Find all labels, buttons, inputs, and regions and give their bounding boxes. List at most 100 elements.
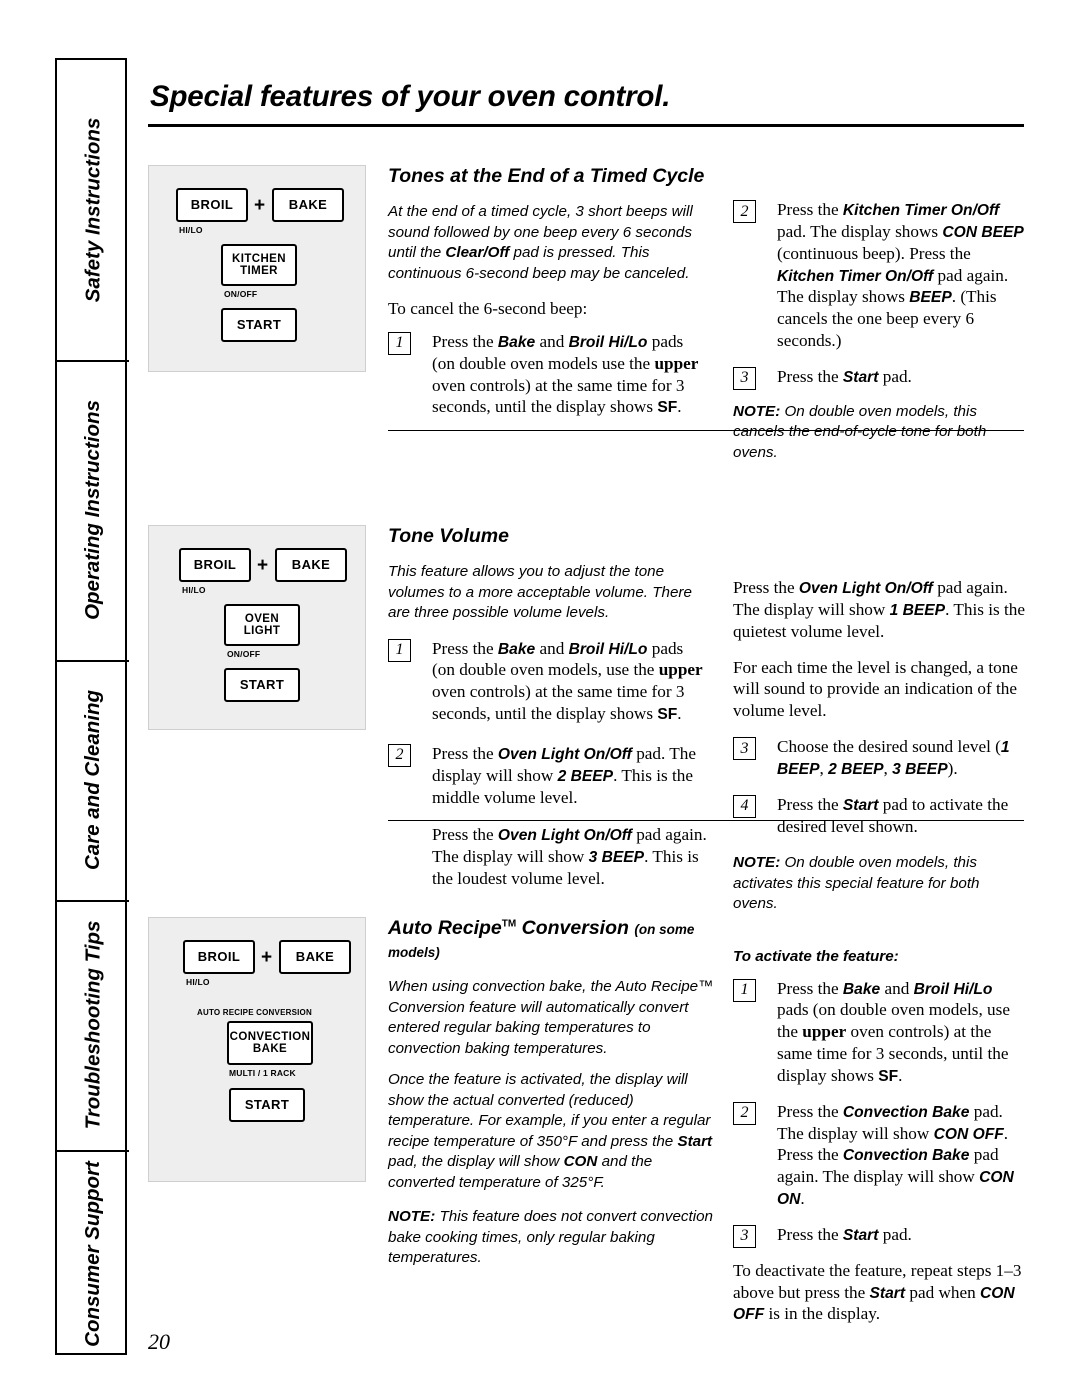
kitchen-label: KITCHEN	[232, 252, 286, 265]
section2-intro: This feature allows you to adjust the to…	[388, 563, 692, 622]
step-text: Press the Start pad.	[777, 366, 912, 386]
tone-volume-right-column: Press the Oven Light On/Off pad again. T…	[733, 525, 1025, 926]
sidebar-item-troubleshooting-tips[interactable]: Troubleshooting Tips	[57, 900, 129, 1150]
page-title: Special features of your oven control.	[150, 80, 671, 113]
timer-label: TIMER	[240, 265, 278, 277]
broil-key-label: BROIL	[197, 949, 241, 965]
timed-cycle-right-column: 2 Press the Kitchen Timer On/Off pad. Th…	[733, 199, 1025, 474]
start-key[interactable]: START	[221, 308, 297, 342]
step-text: Press the Kitchen Timer On/Off pad. The …	[777, 200, 1024, 351]
sidebar-item-label: Troubleshooting Tips	[81, 920, 105, 1130]
section2-step-2: 2 Press the Oven Light On/Off pad. The d…	[388, 743, 708, 809]
section1-step-1: 1 Press the Bake and Broil Hi/Lo pads (o…	[388, 331, 708, 418]
section3-step-1: 1 Press the Bake and Broil Hi/Lo pads (o…	[733, 978, 1025, 1087]
section3-step-3: 3 Press the Start pad.	[733, 1224, 1025, 1248]
section3-p2: Once the feature is activated, the displ…	[388, 1071, 713, 1191]
tone-volume-middle-column: Tone Volume This feature allows you to a…	[388, 525, 708, 901]
keypad-illustration-auto-recipe: BROIL HI/LO + BAKE AUTO RECIPE CONVERSIO…	[148, 917, 366, 1182]
plus-symbol: +	[261, 947, 273, 968]
sidebar-item-label: Consumer Support	[81, 1160, 104, 1347]
section1-divider	[388, 430, 1024, 431]
section2-note: NOTE: On double oven models, this activa…	[733, 854, 980, 913]
section3-p1: When using convection bake, the Auto Rec…	[388, 978, 714, 1057]
section3-title: Auto RecipeTM Conversion (on some models…	[388, 917, 718, 963]
broil-key-label: BROIL	[193, 557, 237, 573]
page-number: 20	[148, 1329, 170, 1354]
sidebar-item-safety-instructions[interactable]: Safety Instructions	[57, 60, 129, 360]
step-text: Press the Start pad.	[777, 1224, 912, 1244]
bake-key[interactable]: BAKE	[275, 548, 347, 582]
step-number: 2	[388, 743, 411, 767]
step-text: Press the Oven Light On/Off pad. The dis…	[432, 743, 697, 807]
plus-symbol: +	[254, 195, 266, 216]
sidebar-item-label: Safety Instructions	[81, 117, 105, 303]
sidebar-item-label: Care and Cleaning	[81, 690, 104, 870]
bake-key[interactable]: BAKE	[279, 940, 351, 974]
section1-title: Tones at the End of a Timed Cycle	[388, 165, 705, 187]
broil-hi-lo-key[interactable]: BROIL	[183, 940, 255, 974]
section1-step-3: 3 Press the Start pad.	[733, 366, 1025, 390]
bake-key-label: BAKE	[291, 557, 331, 573]
section2-divider	[388, 820, 1024, 821]
timed-cycle-middle-column: Tones at the End of a Timed Cycle At the…	[388, 165, 708, 429]
bake-key[interactable]: BAKE	[272, 188, 344, 222]
broil-hi-lo-key[interactable]: BROIL	[179, 548, 251, 582]
section2-title: Tone Volume	[388, 525, 509, 547]
section2-loudest: Press the Oven Light On/Off pad again. T…	[432, 825, 707, 889]
broil-hi-lo-key[interactable]: BROIL	[176, 188, 248, 222]
multi-one-rack-sublabel: MULTI / 1 RACK	[229, 1068, 296, 1078]
step-number: 2	[733, 200, 756, 223]
section1-step-2: 2 Press the Kitchen Timer On/Off pad. Th…	[733, 199, 1025, 352]
step-number: 3	[733, 366, 756, 390]
step-text: Press the Convection Bake pad. The displ…	[777, 1101, 1014, 1209]
section3-title-main: Auto Recipe	[388, 917, 502, 939]
step-number: 1	[388, 638, 411, 662]
section3-deactivate: To deactivate the feature, repeat steps …	[733, 1260, 1022, 1324]
convection-bake-key[interactable]: CONVECTION BAKE	[227, 1021, 313, 1065]
section2-step-1: 1 Press the Bake and Broil Hi/Lo pads (o…	[388, 638, 708, 725]
section2-step-4: 4 Press the Start pad to activate the de…	[733, 794, 1025, 838]
oven-label: OVEN	[244, 612, 280, 625]
page-content: Special features of your oven control. B…	[148, 58, 1025, 1355]
kitchen-timer-key[interactable]: KITCHEN TIMER	[221, 244, 297, 286]
step-text: Press the Start pad to activate the desi…	[777, 794, 1009, 836]
section3-step-2: 2 Press the Convection Bake pad. The dis…	[733, 1101, 1025, 1210]
broil-hi-lo-sublabel: HI/LO	[186, 977, 210, 987]
start-label: START	[244, 1097, 290, 1113]
section3-title-rest: Conversion	[516, 917, 629, 939]
step-text: Press the Bake and Broil Hi/Lo pads (on …	[432, 331, 699, 417]
sidebar-item-care-and-cleaning[interactable]: Care and Cleaning	[57, 660, 129, 900]
broil-key-label: BROIL	[190, 197, 234, 213]
sidebar-item-consumer-support[interactable]: Consumer Support	[57, 1150, 129, 1357]
step-text: Choose the desired sound level (1 BEEP, …	[777, 737, 1010, 778]
kitchen-timer-onoff-sublabel: ON/OFF	[224, 289, 258, 299]
section2-eachtime: For each time the level is changed, a to…	[733, 657, 1018, 721]
start-label: START	[236, 317, 282, 333]
start-key[interactable]: START	[224, 668, 300, 702]
plus-symbol: +	[257, 555, 269, 576]
start-label: START	[239, 677, 285, 693]
keypad-illustration-tone-volume: BROIL HI/LO + BAKE OVEN LIGHT ON/OFF STA…	[148, 525, 366, 730]
trademark-symbol: TM	[501, 918, 517, 930]
sidebar-item-operating-instructions[interactable]: Operating Instructions	[57, 360, 129, 660]
step-number: 4	[733, 794, 756, 818]
section1-cancel-line: To cancel the 6-second beep:	[388, 299, 588, 319]
sidebar-item-label: Operating Instructions	[81, 400, 105, 620]
auto-recipe-right-column: To activate the feature: 1 Press the Bak…	[733, 947, 1025, 1336]
bake-key-label: BAKE	[295, 949, 335, 965]
step-text: Press the Bake and Broil Hi/Lo pads (on …	[432, 638, 703, 724]
light-label: LIGHT	[243, 625, 281, 637]
sidebar: Safety Instructions Operating Instructio…	[55, 58, 129, 1357]
auto-recipe-conversion-label: AUTO RECIPE CONVERSION	[197, 1008, 312, 1017]
step-text: Press the Bake and Broil Hi/Lo pads (on …	[777, 978, 1010, 1085]
oven-light-key[interactable]: OVEN LIGHT	[224, 604, 300, 646]
convection-label: CONVECTION	[229, 1030, 311, 1043]
step-number: 3	[733, 737, 756, 761]
section2-quietest: Press the Oven Light On/Off pad again. T…	[733, 578, 1025, 641]
start-key[interactable]: START	[229, 1088, 305, 1122]
step-number: 1	[388, 331, 411, 355]
section3-note: NOTE: This feature does not convert conv…	[388, 1208, 714, 1267]
auto-recipe-middle-column: Auto RecipeTM Conversion (on some models…	[388, 917, 718, 1280]
step-number: 2	[733, 1101, 756, 1125]
keypad-illustration-timed-cycle: BROIL HI/LO + BAKE KITCHEN TIMER ON/OFF …	[148, 165, 366, 372]
